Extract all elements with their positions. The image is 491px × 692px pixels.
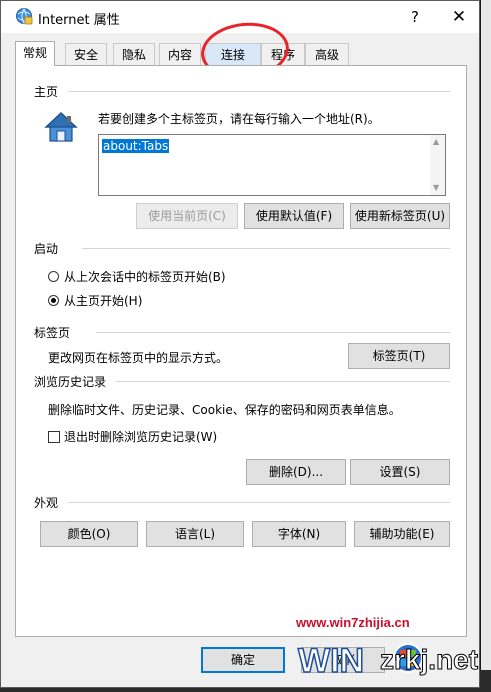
homepage-divider [68, 91, 450, 92]
fonts-button[interactable]: 字体(N) [252, 521, 346, 547]
languages-button[interactable]: 语言(L) [146, 521, 244, 547]
use-current-button[interactable]: 使用当前页(C) [136, 203, 238, 229]
appearance-section-title: 外观 [34, 496, 59, 510]
tab-security[interactable]: 安全 [65, 43, 107, 65]
home-page-radio[interactable] [48, 295, 59, 306]
internet-options-dialog: Internet 属性 ? ✕ 常规 安全 隐私 内容 连接 程序 高级 主页 … [0, 0, 480, 688]
svg-text:WIN: WIN [298, 642, 364, 680]
scroll-up-icon[interactable]: ▲ [433, 137, 439, 146]
homepage-instruction: 若要创建多个主标签页，请在每行输入一个地址(R)。 [98, 112, 380, 126]
tabs-settings-button[interactable]: 标签页(T) [348, 343, 450, 369]
use-default-button[interactable]: 使用默认值(F) [244, 203, 344, 229]
tabs-description: 更改网页在标签页中的显示方式。 [48, 351, 229, 365]
tab-privacy[interactable]: 隐私 [113, 43, 155, 65]
scroll-down-icon[interactable]: ▼ [433, 183, 439, 192]
accessibility-button[interactable]: 辅助功能(E) [354, 521, 450, 547]
close-button[interactable]: ✕ [439, 1, 479, 33]
history-settings-button[interactable]: 设置(S) [350, 459, 450, 485]
delete-on-exit-label: 退出时删除浏览历史记录(W) [64, 430, 218, 444]
tabs-divider [96, 332, 450, 333]
tab-content[interactable]: 内容 [159, 43, 201, 65]
homepage-section-title: 主页 [34, 85, 59, 99]
homepage-address-value: about:Tabs [102, 139, 170, 153]
internet-options-icon [16, 8, 33, 25]
tab-general[interactable]: 常规 [15, 41, 55, 66]
watermark-url: www.win7zhijia.cn [296, 615, 410, 630]
tab-advanced[interactable]: 高级 [305, 43, 349, 65]
general-tab-panel: 主页 若要创建多个主标签页，请在每行输入一个地址(R)。 about:Tabs … [15, 65, 467, 637]
help-button[interactable]: ? [395, 1, 435, 33]
last-session-radio[interactable] [48, 271, 59, 282]
home-page-label: 从主页开始(H) [64, 294, 143, 308]
delete-on-exit-checkbox[interactable] [48, 431, 60, 443]
homepage-address-textarea[interactable]: about:Tabs ▲ ▼ [98, 134, 446, 196]
last-session-label: 从上次会话中的标签页开始(B) [64, 270, 226, 284]
delete-history-button[interactable]: 删除(D)... [246, 459, 346, 485]
history-section-title: 浏览历史记录 [34, 375, 107, 389]
watermark-site: zrkj.net [379, 644, 479, 676]
window-title: Internet 属性 [38, 13, 120, 28]
startup-divider [82, 248, 450, 249]
background-window-edge [481, 0, 491, 692]
appearance-divider [68, 502, 450, 503]
use-new-tab-button[interactable]: 使用新标签页(U) [350, 203, 450, 229]
ok-button[interactable]: 确定 [201, 647, 285, 673]
home-icon [44, 112, 78, 142]
history-divider [116, 381, 450, 382]
history-description: 删除临时文件、历史记录、Cookie、保存的密码和网页表单信息。 [48, 403, 401, 417]
startup-section-title: 启动 [34, 242, 59, 256]
colors-button[interactable]: 颜色(O) [40, 521, 138, 547]
textarea-scrollbar[interactable]: ▲ ▼ [430, 135, 445, 195]
tabs-section-title: 标签页 [34, 326, 71, 340]
